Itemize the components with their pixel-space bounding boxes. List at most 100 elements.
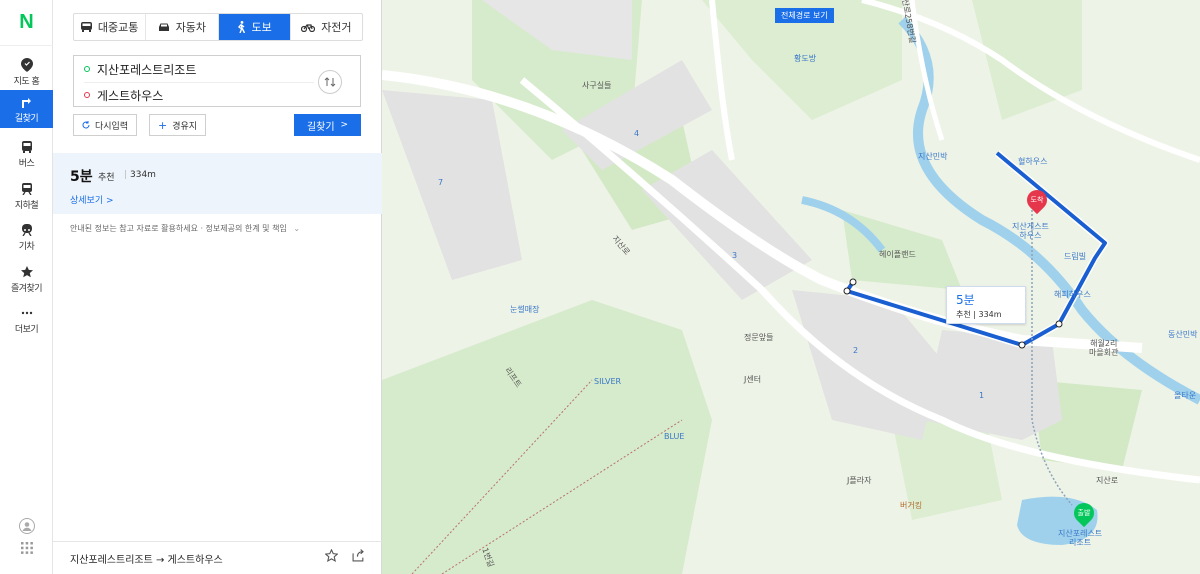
walk-icon [237, 21, 245, 33]
destination-dot-icon [84, 92, 90, 98]
refresh-icon [82, 121, 90, 129]
car-icon [158, 23, 169, 31]
parking-label: 4 [634, 129, 640, 138]
tab-bike[interactable]: 자전거 [291, 14, 362, 40]
origin-pin[interactable]: 출발 [1069, 498, 1099, 528]
result-recommend: 추천 [98, 173, 115, 183]
rail-item-more[interactable]: 더보기 [0, 300, 53, 340]
swap-icon [324, 77, 336, 87]
tab-label: 자동차 [175, 21, 207, 34]
multi-input-label: 다시입력 [95, 121, 129, 132]
tab-walk[interactable]: 도보 [218, 14, 291, 40]
tab-label: 자전거 [321, 21, 352, 34]
rail-label: 지도 홈 [13, 76, 40, 87]
result-time: 5분 [70, 169, 93, 185]
full-route-button[interactable]: 전체경로 보기 [775, 8, 834, 23]
map-label: 정문앞들 [744, 333, 774, 342]
origin-dot-icon [84, 66, 90, 72]
rail-item-map-home[interactable]: 지도 홈 [0, 52, 53, 92]
apps-grid-icon[interactable] [17, 538, 37, 558]
directions-icon [20, 95, 34, 109]
rail-item-directions[interactable]: 길찾기 [0, 90, 53, 128]
rail-label: 길찾기 [14, 113, 39, 124]
callout-time: 5분 [956, 293, 975, 307]
map-label: 황도방 [794, 54, 817, 63]
rail-item-bus[interactable]: 버스 [0, 134, 53, 174]
plus-icon: + [158, 118, 168, 132]
bus-icon [20, 140, 34, 154]
chevron-right-icon: > [340, 120, 349, 130]
destination-pin-label: 도착 [1030, 196, 1044, 204]
route-input-box: 지산포레스트리조트 게스트하우스 [73, 55, 361, 107]
tab-transit[interactable]: 대중교통 [74, 14, 147, 40]
tab-label: 도보 [251, 21, 272, 34]
map-canvas[interactable]: 전체경로 보기 사구실들 황도방 지산민박 혈하우스 지산게스트 하우스 드림빌… [382, 0, 1200, 574]
tab-car[interactable]: 자동차 [146, 14, 219, 40]
result-distance: 334m [130, 170, 156, 180]
footer-actions [325, 549, 365, 562]
nav-rail: N 지도 홈 길찾기 버스 지하철 기차 즐겨찾기 더보기 [0, 0, 53, 574]
rail-item-train[interactable]: 기차 [0, 217, 53, 257]
star-icon [20, 265, 34, 279]
map-label: 올타운 [1174, 391, 1197, 400]
map-label: BLUE [664, 432, 685, 441]
rail-label: 지하철 [14, 200, 39, 211]
map-label: 헤이플랜드 [879, 250, 916, 259]
map-base [382, 0, 1200, 574]
more-icon [20, 306, 34, 320]
destination-field[interactable]: 게스트하우스 [74, 82, 324, 108]
add-waypoint-button[interactable]: + 경유지 [149, 114, 207, 136]
callout-route: 추천 | 334m [956, 310, 1002, 319]
map-label: 지산포레스트 리조트 [1058, 529, 1103, 547]
directions-panel: 대중교통 자동차 도보 자전거 지산포레스트리조트 게스트하우스 다시입력 + … [53, 0, 382, 574]
tab-label: 대중교통 [97, 21, 139, 34]
map-label: 지산게스트 하우스 [1012, 222, 1049, 240]
map-label: J플라자 [847, 476, 872, 485]
waypoint-label: 경유지 [172, 121, 198, 132]
rail-item-favorites[interactable]: 즐겨찾기 [0, 259, 53, 299]
disclaimer-notice[interactable]: 안내된 정보는 참고 자료로 활용하세요 · 정보제공의 한계 및 책임 ⌄ [70, 223, 300, 234]
destination-pin[interactable]: 도착 [1022, 185, 1052, 215]
parking-label: 1 [979, 391, 985, 400]
map-pin-icon [20, 57, 34, 72]
origin-field[interactable]: 지산포레스트리조트 [74, 56, 324, 82]
map-label: 사구실들 [582, 81, 612, 90]
map-label: 버거킹 [900, 501, 923, 510]
share-icon[interactable] [352, 549, 365, 562]
user-icon[interactable] [17, 516, 37, 536]
train-icon [20, 223, 34, 237]
swap-route-button[interactable] [318, 70, 342, 94]
destination-text: 게스트하우스 [97, 88, 164, 103]
subway-icon [20, 182, 34, 196]
detail-link[interactable]: 상세보기 > [70, 193, 114, 206]
bus-icon [80, 22, 92, 32]
rail-label: 더보기 [14, 324, 39, 335]
map-label: 지산민박 [918, 152, 948, 161]
route-result[interactable]: 5분 추천 | 334m 상세보기 > [53, 153, 382, 214]
parking-label: 3 [732, 251, 738, 260]
transport-mode-tabs: 대중교통 자동차 도보 자전거 [73, 13, 363, 41]
search-label: 길찾기 [306, 121, 335, 133]
route-time-callout[interactable]: 5분 추천 | 334m [946, 286, 1026, 324]
notice-text: 안내된 정보는 참고 자료로 활용하세요 · 정보제공의 한계 및 책임 [70, 224, 287, 233]
star-outline-icon[interactable] [325, 549, 338, 562]
rail-label: 버스 [18, 158, 35, 169]
origin-text: 지산포레스트리조트 [97, 62, 197, 77]
rail-item-subway[interactable]: 지하철 [0, 176, 53, 216]
multi-input-button[interactable]: 다시입력 [73, 114, 138, 136]
map-label: SILVER [594, 377, 622, 386]
naver-logo[interactable]: N [0, 0, 53, 46]
map-label: 지산로 [1096, 476, 1119, 485]
parking-label: 2 [853, 346, 859, 355]
chevron-down-icon: ⌄ [293, 224, 301, 233]
parking-label: 7 [438, 178, 444, 187]
origin-pin-label: 출발 [1077, 509, 1091, 517]
bicycle-icon [301, 23, 316, 32]
rail-label: 즐겨찾기 [10, 283, 43, 294]
map-label: 눈썰매장 [510, 305, 540, 314]
map-label: 해피하우스 [1054, 290, 1091, 299]
map-label: J센터 [744, 375, 762, 384]
map-label: 동산민박 [1168, 330, 1198, 339]
footer-summary: 지산포레스트리조트 → 게스트하우스 [70, 554, 223, 566]
search-route-button[interactable]: 길찾기 > [294, 114, 361, 136]
